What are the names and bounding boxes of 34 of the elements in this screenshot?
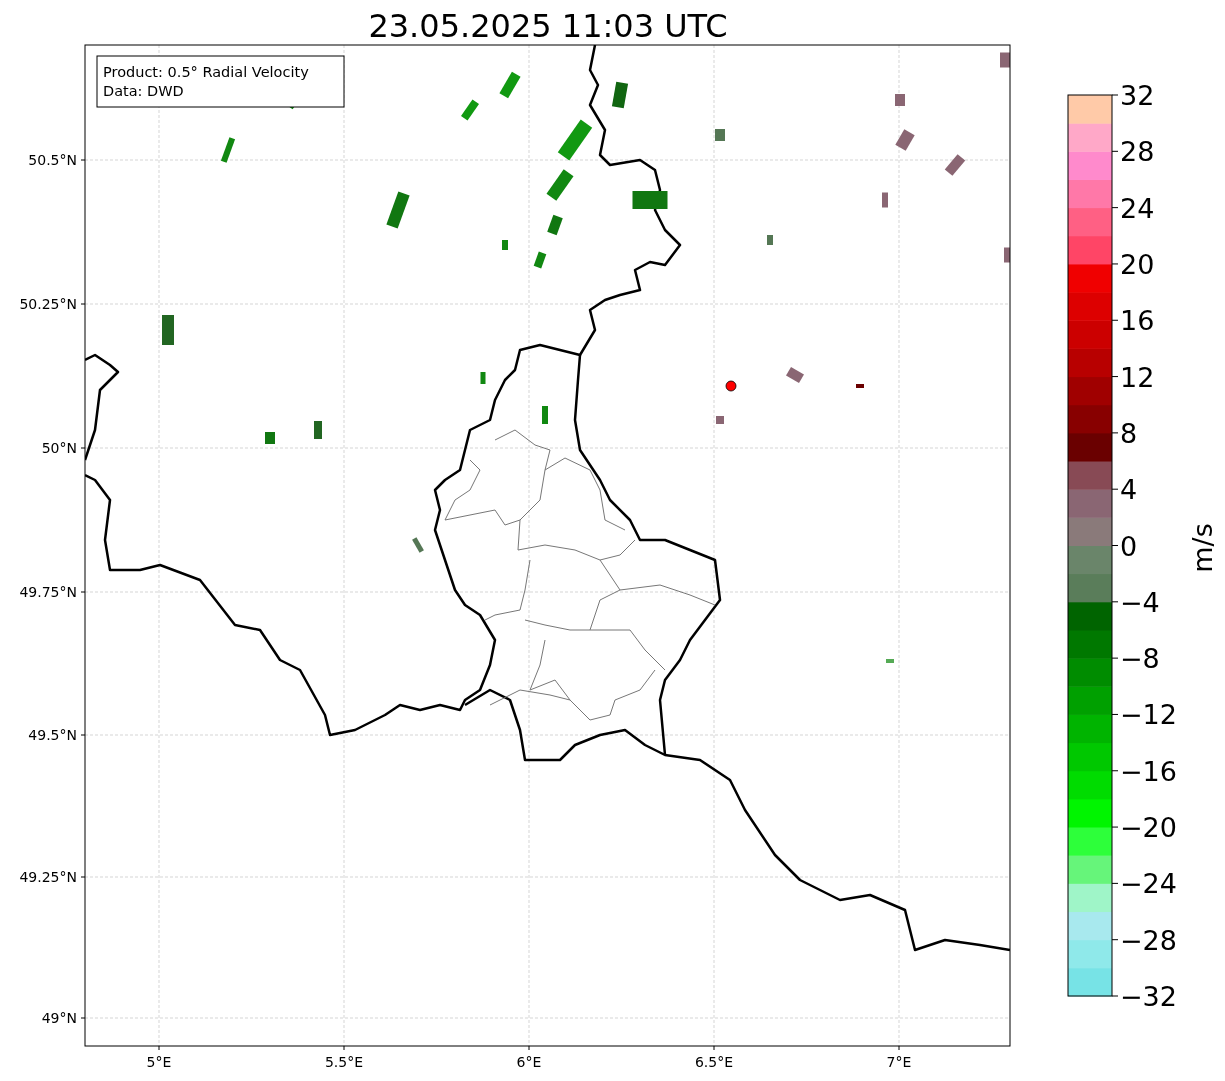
colorbar-tick-label: −16 [1120, 755, 1177, 787]
colorbar-label: m/s [1187, 523, 1218, 573]
colorbar-tick-label: 28 [1120, 136, 1155, 168]
axis-tick-label: 5.5°E [324, 1054, 364, 1070]
axis-tick-label: 50.25°N [19, 296, 77, 312]
axis-tick-label: 5°E [146, 1054, 172, 1070]
colorbar-tick-label: −8 [1120, 643, 1160, 675]
axis-tick-label: 49.75°N [19, 584, 77, 600]
colorbar-tick-label: 24 [1120, 192, 1155, 224]
axis-tick-label: 50.5°N [28, 152, 77, 168]
colorbar-tick-label: −24 [1120, 868, 1177, 900]
colorbar-tick-label: −28 [1120, 924, 1177, 956]
chart-title: 23.05.2025 11:03 UTC [368, 7, 728, 45]
axis-tick-label: 49.25°N [19, 869, 77, 885]
colorbar-tick-label: 12 [1120, 361, 1155, 393]
colorbar-tick-label: 16 [1120, 305, 1155, 337]
colorbar-tick-label: −4 [1120, 586, 1160, 618]
axis-tick-label: 6°E [516, 1054, 542, 1070]
colorbar-tick-label: 20 [1120, 248, 1155, 280]
colorbar-tick-label: −20 [1120, 812, 1177, 844]
colorbar-tick-label: 0 [1120, 530, 1138, 562]
axis-tick-label: 50°N [41, 440, 77, 456]
info-text: Product: 0.5° Radial Velocity [103, 64, 309, 80]
axis-tick-label: 7°E [886, 1054, 912, 1070]
axis-tick-label: 49.5°N [28, 727, 77, 743]
colorbar-tick-label: −12 [1120, 699, 1177, 731]
colorbar-tick-label: −32 [1120, 981, 1177, 1012]
colorbar-tick-label: 8 [1120, 417, 1138, 449]
colorbar-tick-label: 32 [1120, 80, 1155, 111]
colorbar-tick-label: 4 [1120, 474, 1138, 506]
radar-site-marker [725, 380, 737, 392]
axis-tick-label: 6.5°E [694, 1054, 734, 1070]
info-text: Data: DWD [103, 83, 184, 99]
axis-tick-label: 49°N [41, 1010, 77, 1026]
